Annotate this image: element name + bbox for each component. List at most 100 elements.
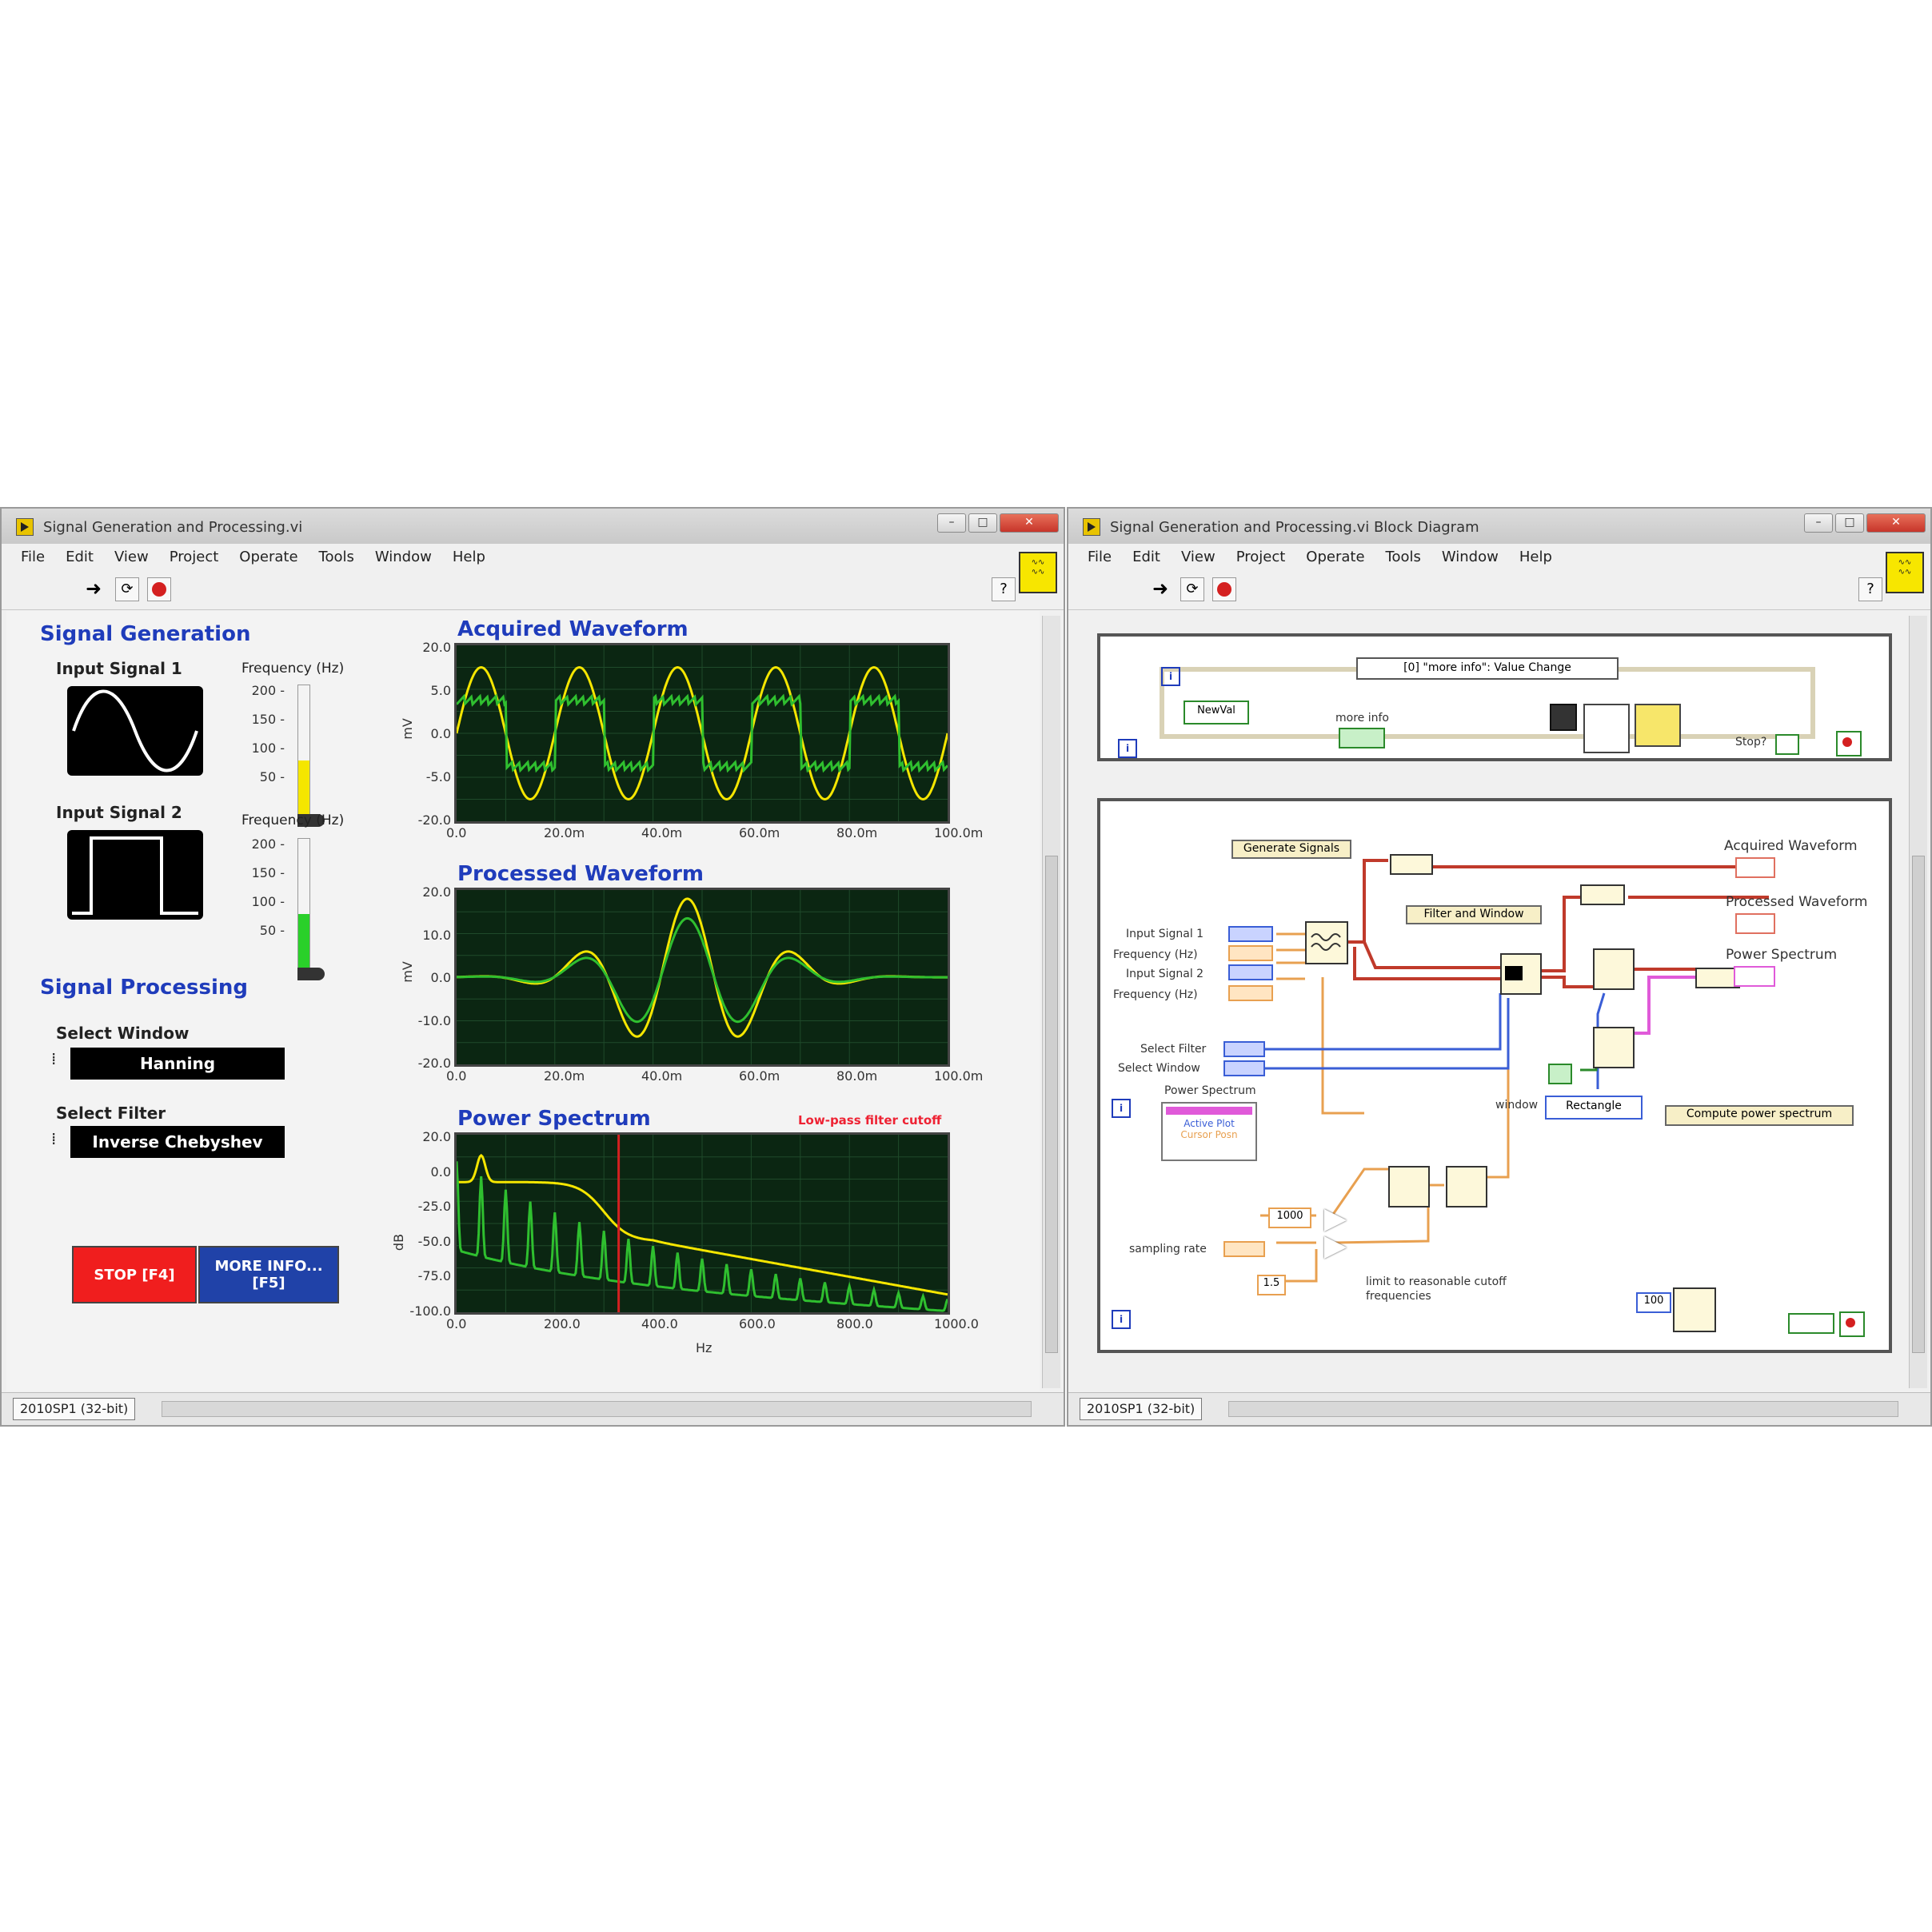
processed-waveform-graph[interactable] <box>454 888 950 1067</box>
abort-button[interactable] <box>1212 577 1236 601</box>
frequency-1-slider[interactable] <box>297 685 310 822</box>
block-menu-project[interactable]: Project <box>1236 549 1286 565</box>
abort-button[interactable] <box>147 577 171 601</box>
stop-local-variable[interactable] <box>1788 1313 1834 1334</box>
front-menu-tools[interactable]: Tools <box>319 549 354 565</box>
maximize-button[interactable]: □ <box>1835 513 1864 533</box>
front-menu-operate[interactable]: Operate <box>239 549 297 565</box>
select-window-dropdown[interactable]: Hanning <box>70 1048 285 1080</box>
rectangle-const[interactable]: Rectangle <box>1545 1096 1643 1120</box>
in-range-node-1[interactable] <box>1388 1166 1430 1208</box>
loop-condition-icon[interactable] <box>1839 1311 1865 1337</box>
power-spectrum-property-node[interactable]: Active Plot Cursor Posn <box>1161 1102 1257 1161</box>
close-button[interactable]: ✕ <box>1000 513 1059 533</box>
front-menu-help[interactable]: Help <box>453 549 485 565</box>
select-filter-arrows-icon[interactable]: ⁞ <box>51 1129 56 1148</box>
generate-signals-subvi[interactable] <box>1305 921 1348 964</box>
front-menu-edit[interactable]: Edit <box>66 549 94 565</box>
help-doc-node[interactable] <box>1635 704 1681 747</box>
select-window-terminal[interactable] <box>1223 1060 1265 1076</box>
input-signal-2-selector[interactable] <box>67 830 203 920</box>
input-signal-1-terminal[interactable] <box>1228 926 1273 942</box>
frequency-2-slider[interactable] <box>297 838 310 976</box>
multiply-node-1[interactable] <box>1324 1209 1347 1231</box>
acquired-waveform-graph[interactable] <box>454 643 950 824</box>
minimize-button[interactable]: – <box>1804 513 1833 533</box>
select-filter-terminal[interactable] <box>1223 1041 1265 1057</box>
select-window-arrows-icon[interactable]: ⁞ <box>51 1049 56 1068</box>
front-menu-view[interactable]: View <box>114 549 149 565</box>
block-vertical-scrollbar[interactable] <box>1909 616 1927 1388</box>
input-signal-2-terminal[interactable] <box>1228 964 1273 980</box>
cursor-posn-prop: Cursor Posn <box>1180 1129 1238 1140</box>
wait-timer-icon[interactable] <box>1673 1287 1716 1332</box>
minimize-button[interactable]: – <box>937 513 966 533</box>
power-spectrum-graph[interactable] <box>454 1132 950 1315</box>
select-filter-dropdown[interactable]: Inverse Chebyshev <box>70 1126 285 1158</box>
front-vscroll-thumb[interactable] <box>1045 856 1058 1353</box>
power-spectrum-terminal-label: Power Spectrum <box>1726 947 1838 963</box>
context-help-icon[interactable]: ? <box>992 577 1016 601</box>
event-loop-frame[interactable]: [0] "more info": Value Change i NewVal m… <box>1097 633 1892 761</box>
input-signal-1-selector[interactable] <box>67 686 203 776</box>
block-menu-view[interactable]: View <box>1181 549 1215 565</box>
y-tick-label: 0.0 <box>430 970 451 985</box>
acquired-waveform-terminal[interactable] <box>1735 857 1775 878</box>
block-menu-help[interactable]: Help <box>1519 549 1552 565</box>
block-vscroll-thumb[interactable] <box>1912 856 1925 1353</box>
bundle-processed-node[interactable] <box>1580 884 1625 905</box>
block-menu-tools[interactable]: Tools <box>1386 549 1421 565</box>
in-range-node-2[interactable] <box>1446 1166 1487 1208</box>
loop-condition-icon[interactable] <box>1836 731 1862 756</box>
run-continuous-icon[interactable]: ⟳ <box>1180 577 1204 601</box>
const-100[interactable]: 100 <box>1636 1292 1671 1313</box>
power-spectrum-subvi-1[interactable] <box>1593 948 1635 990</box>
multiply-node-2[interactable] <box>1324 1236 1347 1259</box>
newval-node[interactable]: NewVal <box>1184 701 1249 724</box>
bool-const-true[interactable] <box>1548 1064 1572 1084</box>
front-horizontal-scrollbar[interactable] <box>162 1401 1032 1417</box>
processing-loop-frame[interactable]: Generate Signals Filter and Window Acqui… <box>1097 798 1892 1353</box>
power-spectrum-terminal[interactable] <box>1734 966 1775 987</box>
block-menu-edit[interactable]: Edit <box>1132 549 1160 565</box>
front-menu-project[interactable]: Project <box>170 549 219 565</box>
front-menu-window[interactable]: Window <box>375 549 432 565</box>
block-menu-operate[interactable]: Operate <box>1306 549 1364 565</box>
x-tick-label: 20.0m <box>544 1068 585 1084</box>
const-1-5[interactable]: 1.5 <box>1257 1275 1286 1295</box>
maximize-button[interactable]: □ <box>968 513 997 533</box>
select-filter-terminal-label: Select Filter <box>1140 1043 1207 1056</box>
block-menu-file[interactable]: File <box>1088 549 1112 565</box>
stop-terminal[interactable] <box>1775 734 1799 755</box>
open-file-icon[interactable] <box>1583 704 1630 753</box>
select-window-label: Select Window <box>56 1024 190 1043</box>
front-vertical-scrollbar[interactable] <box>1042 616 1060 1388</box>
frequency-tick: 100 - <box>251 894 285 909</box>
block-horizontal-scrollbar[interactable] <box>1228 1401 1898 1417</box>
block-menu-window[interactable]: Window <box>1442 549 1499 565</box>
power-spectrum-subvi-2[interactable] <box>1593 1027 1635 1068</box>
run-arrow-icon[interactable]: ➜ <box>1148 577 1172 601</box>
front-titlebar[interactable]: Signal Generation and Processing.vi – □ … <box>2 509 1064 544</box>
frequency-2-slider-thumb[interactable] <box>297 968 325 980</box>
unbundle-acquired-node[interactable] <box>1390 854 1433 875</box>
context-help-icon[interactable]: ? <box>1858 577 1882 601</box>
processed-waveform-terminal[interactable] <box>1735 913 1775 934</box>
const-1000[interactable]: 1000 <box>1268 1208 1311 1228</box>
block-titlebar[interactable]: Signal Generation and Processing.vi Bloc… <box>1068 509 1930 544</box>
run-continuous-icon[interactable]: ⟳ <box>115 577 139 601</box>
frequency-1-terminal[interactable] <box>1228 945 1273 961</box>
frequency-2-terminal[interactable] <box>1228 985 1273 1001</box>
filter-subvi[interactable] <box>1500 953 1542 995</box>
close-button[interactable]: ✕ <box>1866 513 1926 533</box>
open-url-node[interactable] <box>1550 704 1577 731</box>
more-info-button[interactable]: MORE INFO... [F5] <box>198 1246 339 1303</box>
event-case-selector[interactable]: [0] "more info": Value Change <box>1356 657 1619 680</box>
stop-button[interactable]: STOP [F4] <box>72 1246 197 1303</box>
run-arrow-icon[interactable]: ➜ <box>82 577 106 601</box>
sampling-rate-terminal[interactable] <box>1223 1241 1265 1257</box>
front-menu-file[interactable]: File <box>21 549 45 565</box>
power-spectrum-node-label: Power Spectrum <box>1164 1084 1256 1097</box>
more-info-terminal[interactable] <box>1339 728 1385 748</box>
x-tick-label: 80.0m <box>836 1068 878 1084</box>
